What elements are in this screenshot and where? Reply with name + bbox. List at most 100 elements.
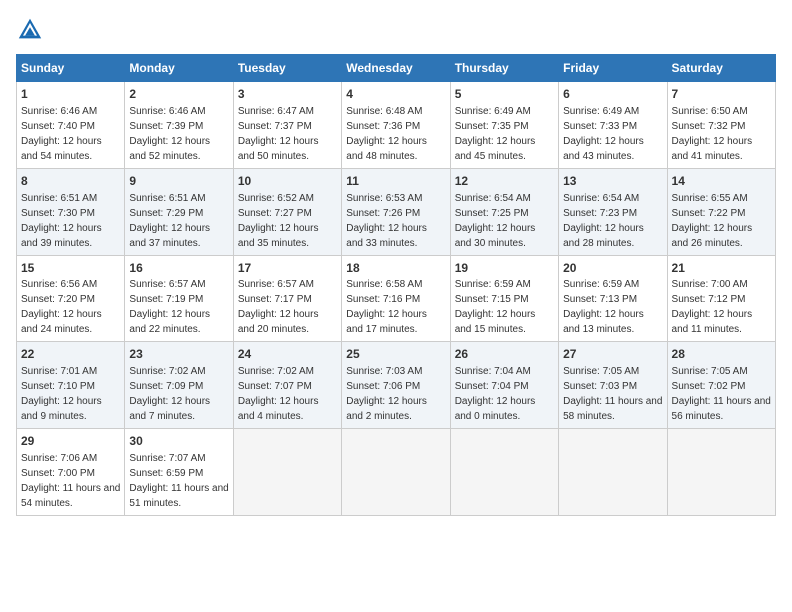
day-info: Sunrise: 6:56 AMSunset: 7:20 PMDaylight:… xyxy=(21,279,102,335)
calendar-day-cell: 16 Sunrise: 6:57 AMSunset: 7:19 PMDaylig… xyxy=(125,255,233,342)
day-info: Sunrise: 6:57 AMSunset: 7:19 PMDaylight:… xyxy=(129,279,210,335)
calendar-day-cell: 22 Sunrise: 7:01 AMSunset: 7:10 PMDaylig… xyxy=(17,342,125,429)
weekday-header-saturday: Saturday xyxy=(667,55,775,82)
weekday-header-sunday: Sunday xyxy=(17,55,125,82)
calendar-day-cell: 6 Sunrise: 6:49 AMSunset: 7:33 PMDayligh… xyxy=(559,82,667,169)
calendar-day-cell xyxy=(450,429,558,516)
day-number: 26 xyxy=(455,346,554,363)
day-info: Sunrise: 6:51 AMSunset: 7:29 PMDaylight:… xyxy=(129,193,210,249)
day-info: Sunrise: 6:46 AMSunset: 7:39 PMDaylight:… xyxy=(129,106,210,162)
day-info: Sunrise: 7:04 AMSunset: 7:04 PMDaylight:… xyxy=(455,366,536,422)
day-number: 19 xyxy=(455,260,554,277)
day-info: Sunrise: 6:50 AMSunset: 7:32 PMDaylight:… xyxy=(672,106,753,162)
calendar-day-cell: 30 Sunrise: 7:07 AMSunset: 6:59 PMDaylig… xyxy=(125,429,233,516)
day-info: Sunrise: 6:49 AMSunset: 7:35 PMDaylight:… xyxy=(455,106,536,162)
calendar-day-cell: 5 Sunrise: 6:49 AMSunset: 7:35 PMDayligh… xyxy=(450,82,558,169)
day-number: 12 xyxy=(455,173,554,190)
day-number: 29 xyxy=(21,433,120,450)
day-info: Sunrise: 7:02 AMSunset: 7:09 PMDaylight:… xyxy=(129,366,210,422)
day-number: 30 xyxy=(129,433,228,450)
calendar-day-cell: 14 Sunrise: 6:55 AMSunset: 7:22 PMDaylig… xyxy=(667,168,775,255)
calendar-day-cell: 18 Sunrise: 6:58 AMSunset: 7:16 PMDaylig… xyxy=(342,255,450,342)
calendar-day-cell: 7 Sunrise: 6:50 AMSunset: 7:32 PMDayligh… xyxy=(667,82,775,169)
day-number: 22 xyxy=(21,346,120,363)
day-number: 27 xyxy=(563,346,662,363)
logo xyxy=(16,16,48,44)
calendar-day-cell: 3 Sunrise: 6:47 AMSunset: 7:37 PMDayligh… xyxy=(233,82,341,169)
calendar-day-cell: 10 Sunrise: 6:52 AMSunset: 7:27 PMDaylig… xyxy=(233,168,341,255)
calendar-week-row: 15 Sunrise: 6:56 AMSunset: 7:20 PMDaylig… xyxy=(17,255,776,342)
day-info: Sunrise: 6:46 AMSunset: 7:40 PMDaylight:… xyxy=(21,106,102,162)
calendar-day-cell: 1 Sunrise: 6:46 AMSunset: 7:40 PMDayligh… xyxy=(17,82,125,169)
day-number: 14 xyxy=(672,173,771,190)
day-info: Sunrise: 7:01 AMSunset: 7:10 PMDaylight:… xyxy=(21,366,102,422)
day-number: 18 xyxy=(346,260,445,277)
day-number: 28 xyxy=(672,346,771,363)
day-info: Sunrise: 6:51 AMSunset: 7:30 PMDaylight:… xyxy=(21,193,102,249)
calendar-day-cell: 13 Sunrise: 6:54 AMSunset: 7:23 PMDaylig… xyxy=(559,168,667,255)
day-info: Sunrise: 6:59 AMSunset: 7:13 PMDaylight:… xyxy=(563,279,644,335)
day-info: Sunrise: 6:54 AMSunset: 7:23 PMDaylight:… xyxy=(563,193,644,249)
calendar-week-row: 22 Sunrise: 7:01 AMSunset: 7:10 PMDaylig… xyxy=(17,342,776,429)
calendar-day-cell xyxy=(342,429,450,516)
day-info: Sunrise: 7:07 AMSunset: 6:59 PMDaylight:… xyxy=(129,453,228,509)
day-number: 7 xyxy=(672,86,771,103)
calendar-day-cell: 12 Sunrise: 6:54 AMSunset: 7:25 PMDaylig… xyxy=(450,168,558,255)
day-info: Sunrise: 7:05 AMSunset: 7:03 PMDaylight:… xyxy=(563,366,662,422)
calendar-day-cell: 27 Sunrise: 7:05 AMSunset: 7:03 PMDaylig… xyxy=(559,342,667,429)
day-number: 23 xyxy=(129,346,228,363)
day-number: 13 xyxy=(563,173,662,190)
calendar-day-cell: 25 Sunrise: 7:03 AMSunset: 7:06 PMDaylig… xyxy=(342,342,450,429)
day-info: Sunrise: 7:00 AMSunset: 7:12 PMDaylight:… xyxy=(672,279,753,335)
day-info: Sunrise: 7:02 AMSunset: 7:07 PMDaylight:… xyxy=(238,366,319,422)
day-number: 8 xyxy=(21,173,120,190)
weekday-header-monday: Monday xyxy=(125,55,233,82)
day-number: 9 xyxy=(129,173,228,190)
weekday-header-wednesday: Wednesday xyxy=(342,55,450,82)
day-number: 15 xyxy=(21,260,120,277)
day-number: 3 xyxy=(238,86,337,103)
weekday-header-tuesday: Tuesday xyxy=(233,55,341,82)
calendar-week-row: 8 Sunrise: 6:51 AMSunset: 7:30 PMDayligh… xyxy=(17,168,776,255)
day-number: 24 xyxy=(238,346,337,363)
day-info: Sunrise: 6:54 AMSunset: 7:25 PMDaylight:… xyxy=(455,193,536,249)
calendar-day-cell: 28 Sunrise: 7:05 AMSunset: 7:02 PMDaylig… xyxy=(667,342,775,429)
day-number: 1 xyxy=(21,86,120,103)
logo-icon xyxy=(16,16,44,44)
calendar-day-cell: 8 Sunrise: 6:51 AMSunset: 7:30 PMDayligh… xyxy=(17,168,125,255)
calendar-day-cell: 17 Sunrise: 6:57 AMSunset: 7:17 PMDaylig… xyxy=(233,255,341,342)
day-number: 20 xyxy=(563,260,662,277)
calendar-day-cell xyxy=(233,429,341,516)
calendar-day-cell: 11 Sunrise: 6:53 AMSunset: 7:26 PMDaylig… xyxy=(342,168,450,255)
day-number: 6 xyxy=(563,86,662,103)
weekday-header-row: SundayMondayTuesdayWednesdayThursdayFrid… xyxy=(17,55,776,82)
calendar-day-cell: 29 Sunrise: 7:06 AMSunset: 7:00 PMDaylig… xyxy=(17,429,125,516)
day-info: Sunrise: 7:06 AMSunset: 7:00 PMDaylight:… xyxy=(21,453,120,509)
calendar-day-cell: 23 Sunrise: 7:02 AMSunset: 7:09 PMDaylig… xyxy=(125,342,233,429)
day-info: Sunrise: 6:52 AMSunset: 7:27 PMDaylight:… xyxy=(238,193,319,249)
day-info: Sunrise: 6:47 AMSunset: 7:37 PMDaylight:… xyxy=(238,106,319,162)
calendar-day-cell: 2 Sunrise: 6:46 AMSunset: 7:39 PMDayligh… xyxy=(125,82,233,169)
page-header xyxy=(16,16,776,44)
day-info: Sunrise: 7:03 AMSunset: 7:06 PMDaylight:… xyxy=(346,366,427,422)
day-number: 25 xyxy=(346,346,445,363)
weekday-header-thursday: Thursday xyxy=(450,55,558,82)
weekday-header-friday: Friday xyxy=(559,55,667,82)
day-number: 11 xyxy=(346,173,445,190)
calendar-day-cell xyxy=(559,429,667,516)
calendar-day-cell: 9 Sunrise: 6:51 AMSunset: 7:29 PMDayligh… xyxy=(125,168,233,255)
calendar-day-cell: 4 Sunrise: 6:48 AMSunset: 7:36 PMDayligh… xyxy=(342,82,450,169)
day-info: Sunrise: 6:57 AMSunset: 7:17 PMDaylight:… xyxy=(238,279,319,335)
calendar-day-cell: 24 Sunrise: 7:02 AMSunset: 7:07 PMDaylig… xyxy=(233,342,341,429)
day-number: 5 xyxy=(455,86,554,103)
day-info: Sunrise: 6:53 AMSunset: 7:26 PMDaylight:… xyxy=(346,193,427,249)
day-number: 21 xyxy=(672,260,771,277)
day-number: 4 xyxy=(346,86,445,103)
calendar-week-row: 29 Sunrise: 7:06 AMSunset: 7:00 PMDaylig… xyxy=(17,429,776,516)
day-info: Sunrise: 6:49 AMSunset: 7:33 PMDaylight:… xyxy=(563,106,644,162)
day-info: Sunrise: 6:48 AMSunset: 7:36 PMDaylight:… xyxy=(346,106,427,162)
calendar-table: SundayMondayTuesdayWednesdayThursdayFrid… xyxy=(16,54,776,516)
calendar-day-cell: 15 Sunrise: 6:56 AMSunset: 7:20 PMDaylig… xyxy=(17,255,125,342)
day-info: Sunrise: 6:55 AMSunset: 7:22 PMDaylight:… xyxy=(672,193,753,249)
day-info: Sunrise: 6:58 AMSunset: 7:16 PMDaylight:… xyxy=(346,279,427,335)
